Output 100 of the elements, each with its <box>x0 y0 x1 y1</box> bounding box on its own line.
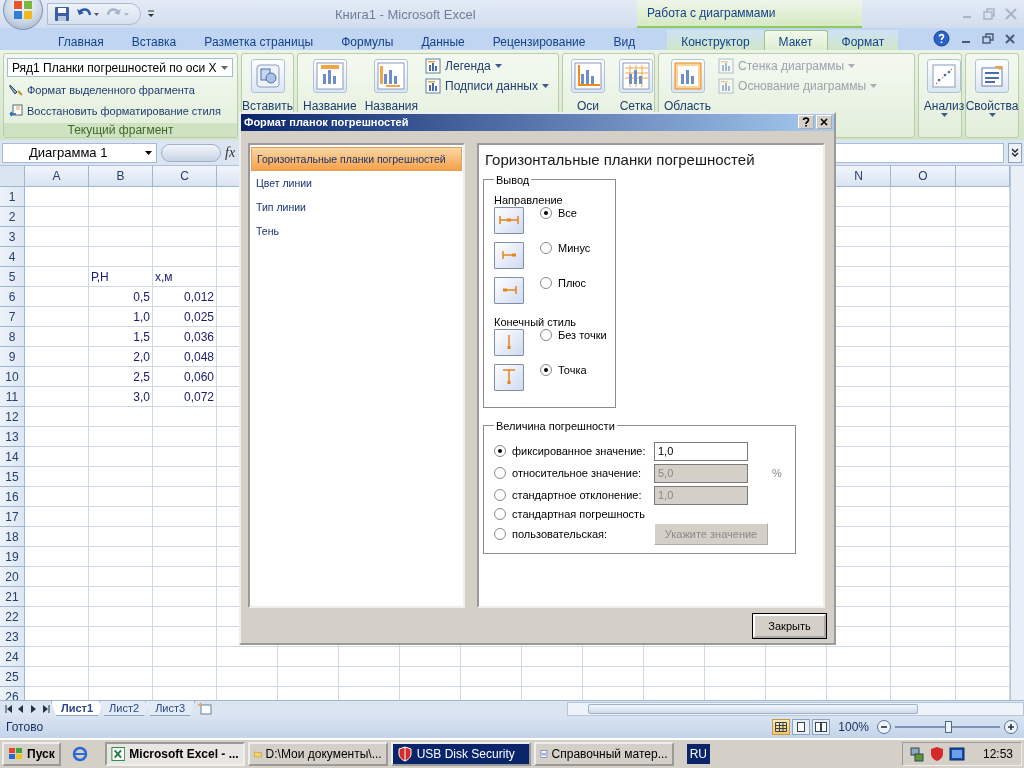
row-header[interactable]: 11 <box>0 387 25 407</box>
end-style-button[interactable] <box>494 328 524 356</box>
ribbon-tab[interactable]: Формат <box>827 30 899 50</box>
radio-button[interactable] <box>540 363 552 376</box>
row-header[interactable]: 6 <box>0 287 25 307</box>
close-icon[interactable] <box>1004 32 1016 45</box>
row-header[interactable]: 23 <box>0 627 25 647</box>
splitter-handle[interactable] <box>161 143 221 162</box>
ribbon-tab[interactable]: Формулы <box>327 30 408 50</box>
view-button[interactable] <box>792 719 811 735</box>
row-header[interactable]: 9 <box>0 347 25 367</box>
row-header[interactable]: 20 <box>0 567 25 587</box>
radio-button[interactable] <box>540 206 552 219</box>
category-item[interactable]: Цвет линии <box>251 170 462 195</box>
customize-toolbar-icon[interactable] <box>147 9 155 19</box>
name-box[interactable]: Диаграмма 1 <box>2 142 157 163</box>
help-icon[interactable] <box>933 30 950 47</box>
chart-element-dropdown[interactable]: Ряд1 Планки погрешностей по оси X <box>7 58 233 77</box>
ribbon-button[interactable]: Анализ <box>921 57 967 119</box>
browser-icon[interactable] <box>71 746 88 762</box>
help-button[interactable] <box>798 115 814 130</box>
ribbon-tab[interactable]: Вид <box>599 30 650 50</box>
row-header[interactable]: 21 <box>0 587 25 607</box>
zoom-out-button[interactable] <box>877 720 891 734</box>
row-header[interactable]: 18 <box>0 527 25 547</box>
shield-icon[interactable] <box>928 746 945 762</box>
row-header[interactable]: 16 <box>0 487 25 507</box>
start-button[interactable]: Пуск <box>2 742 61 766</box>
radio-button[interactable] <box>494 507 506 520</box>
previous-sheet-icon[interactable] <box>4 703 15 714</box>
category-item[interactable]: Горизонтальные планки погрешностей <box>251 146 462 171</box>
row-header[interactable]: 3 <box>0 227 25 247</box>
row-header[interactable]: 7 <box>0 307 25 327</box>
taskbar-button[interactable]: Справочный матер... <box>533 742 674 766</box>
column-header[interactable]: A <box>25 166 89 187</box>
column-header[interactable]: B <box>89 166 153 187</box>
network-icon[interactable] <box>908 746 925 762</box>
taskbar-button[interactable]: Microsoft Excel - ... <box>104 742 245 766</box>
row-header[interactable]: 22 <box>0 607 25 627</box>
row-header[interactable]: 1 <box>0 187 25 207</box>
row-header[interactable]: 19 <box>0 547 25 567</box>
row-header[interactable]: 24 <box>0 647 25 667</box>
row-header[interactable]: 5 <box>0 267 25 287</box>
end-style-button[interactable] <box>494 363 524 391</box>
horizontal-scrollbar[interactable] <box>567 701 1024 716</box>
ribbon-tab[interactable]: Вставка <box>117 30 191 50</box>
office-button[interactable] <box>3 0 43 30</box>
column-header[interactable]: C <box>153 166 217 187</box>
ribbon-tab[interactable]: Главная <box>44 30 118 50</box>
row-header[interactable]: 13 <box>0 427 25 447</box>
row-header[interactable]: 10 <box>0 367 25 387</box>
table-cell <box>583 647 644 667</box>
category-item[interactable]: Тень <box>251 218 462 243</box>
ribbon-button[interactable]: Легенда <box>423 57 551 75</box>
zoom-in-button[interactable] <box>1004 720 1018 734</box>
table-cell <box>827 647 891 667</box>
row-header[interactable]: 4 <box>0 247 25 267</box>
taskbar-button[interactable]: D:\Мои документы\... <box>247 742 388 766</box>
table-cell <box>644 647 705 667</box>
next-sheet-icon[interactable] <box>40 703 51 714</box>
row-header[interactable]: 17 <box>0 507 25 527</box>
ribbon-tab[interactable]: Разметка страницы <box>190 30 328 50</box>
insert-function-button[interactable]: fx <box>225 144 243 161</box>
value-field[interactable]: 1,0 <box>654 441 748 461</box>
radio-button[interactable] <box>540 276 552 289</box>
language-indicator[interactable]: RU <box>686 744 711 764</box>
taskbar-button[interactable]: USB Disk Security <box>390 742 531 766</box>
row-header[interactable]: 8 <box>0 327 25 347</box>
radio-button[interactable] <box>494 445 506 458</box>
ribbon-button[interactable]: Подписи данных <box>423 77 551 95</box>
slider-thumb[interactable] <box>944 721 952 733</box>
table-cell <box>891 247 956 267</box>
save-icon[interactable] <box>54 6 70 22</box>
ribbon-tab[interactable]: Макет <box>763 30 828 50</box>
row-header[interactable]: 14 <box>0 447 25 467</box>
ribbon-command[interactable]: Формат выделенного фрагмента <box>4 80 199 100</box>
direction-style-button[interactable] <box>494 241 524 269</box>
view-button[interactable] <box>772 719 791 735</box>
restore-icon[interactable] <box>982 32 994 45</box>
close-button[interactable]: Закрыть <box>753 613 826 638</box>
ribbon-command[interactable]: Восстановить форматирование стиля <box>4 101 225 121</box>
expand-formula-button[interactable] <box>1008 142 1022 163</box>
ribbon-tab[interactable]: Конструктор <box>667 30 764 50</box>
column-header[interactable]: O <box>891 166 956 187</box>
row-header[interactable]: 12 <box>0 407 25 427</box>
radio-button[interactable] <box>540 328 552 341</box>
row-header[interactable]: 2 <box>0 207 25 227</box>
category-item[interactable]: Тип линии <box>251 194 462 219</box>
ribbon-tab[interactable]: Рецензирование <box>478 30 600 50</box>
sheet-tab[interactable]: Лист3 <box>145 701 196 716</box>
close-button[interactable] <box>816 115 832 130</box>
view-button[interactable] <box>812 719 831 735</box>
ribbon-tab[interactable]: Данные <box>407 30 479 50</box>
zoom-level[interactable]: 100% <box>838 720 869 734</box>
direction-style-button[interactable] <box>494 206 524 234</box>
radio-button[interactable] <box>540 241 552 254</box>
row-header[interactable]: 25 <box>0 667 25 687</box>
row-header[interactable]: 15 <box>0 467 25 487</box>
monitor-icon[interactable] <box>948 746 965 762</box>
direction-style-button[interactable] <box>494 276 524 304</box>
